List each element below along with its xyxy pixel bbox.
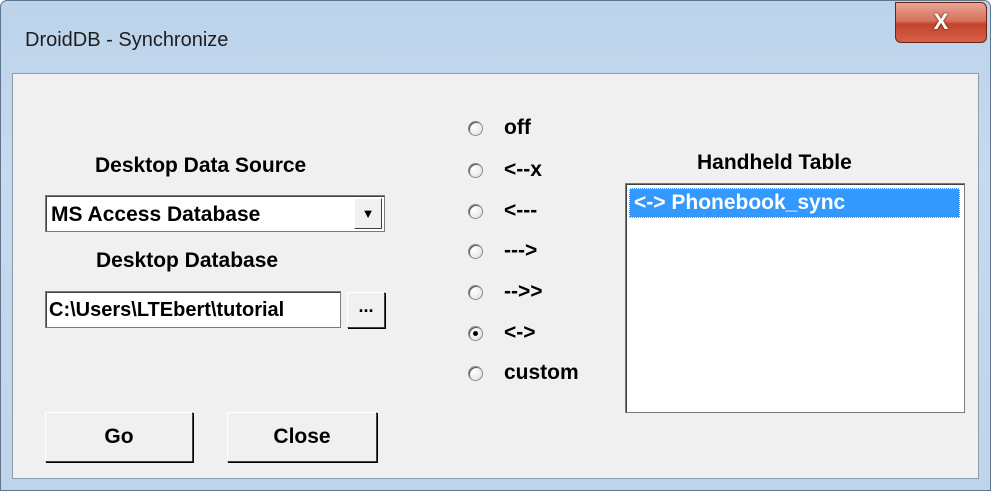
browse-button[interactable]: ...	[347, 292, 385, 328]
radio-selected-dot	[473, 331, 478, 336]
database-path-value: C:\Users\LTEbert\tutorial	[49, 299, 285, 321]
desktop-database-label: Desktop Database	[96, 249, 279, 272]
radio-button-icon	[468, 204, 483, 219]
sync-option-label: <---	[504, 199, 538, 222]
sync-option-label: -->>	[504, 280, 543, 303]
desktop-data-source-label: Desktop Data Source	[95, 154, 307, 177]
list-item-selected[interactable]: <-> Phonebook_sync	[629, 188, 960, 218]
database-path-field[interactable]: C:\Users\LTEbert\tutorial	[45, 291, 341, 328]
sync-option-label: custom	[504, 361, 579, 384]
radio-button-icon	[468, 285, 483, 300]
radio-button-icon	[468, 244, 483, 259]
sync-option-label: <->	[504, 321, 536, 344]
close-icon: X	[933, 9, 949, 34]
go-button[interactable]: Go	[45, 412, 193, 462]
sync-option-label: --->	[504, 239, 538, 262]
close-button[interactable]: Close	[227, 412, 377, 462]
radio-button-icon	[468, 121, 483, 136]
chevron-down-icon[interactable]: ▼	[354, 198, 382, 229]
data-source-value: MS Access Database	[51, 203, 261, 226]
data-source-select[interactable]: MS Access Database ▼	[45, 195, 385, 232]
radio-button-icon	[468, 366, 483, 381]
window-close-button[interactable]: X	[895, 2, 987, 43]
handheld-table-label: Handheld Table	[697, 151, 852, 174]
radio-button-icon	[468, 326, 483, 341]
window-title: DroidDB - Synchronize	[25, 29, 229, 51]
sync-option-label: off	[504, 116, 531, 139]
radio-button-icon	[468, 163, 483, 178]
sync-option-label: <--x	[504, 158, 542, 181]
handheld-table-list[interactable]: <-> Phonebook_sync	[625, 183, 965, 413]
